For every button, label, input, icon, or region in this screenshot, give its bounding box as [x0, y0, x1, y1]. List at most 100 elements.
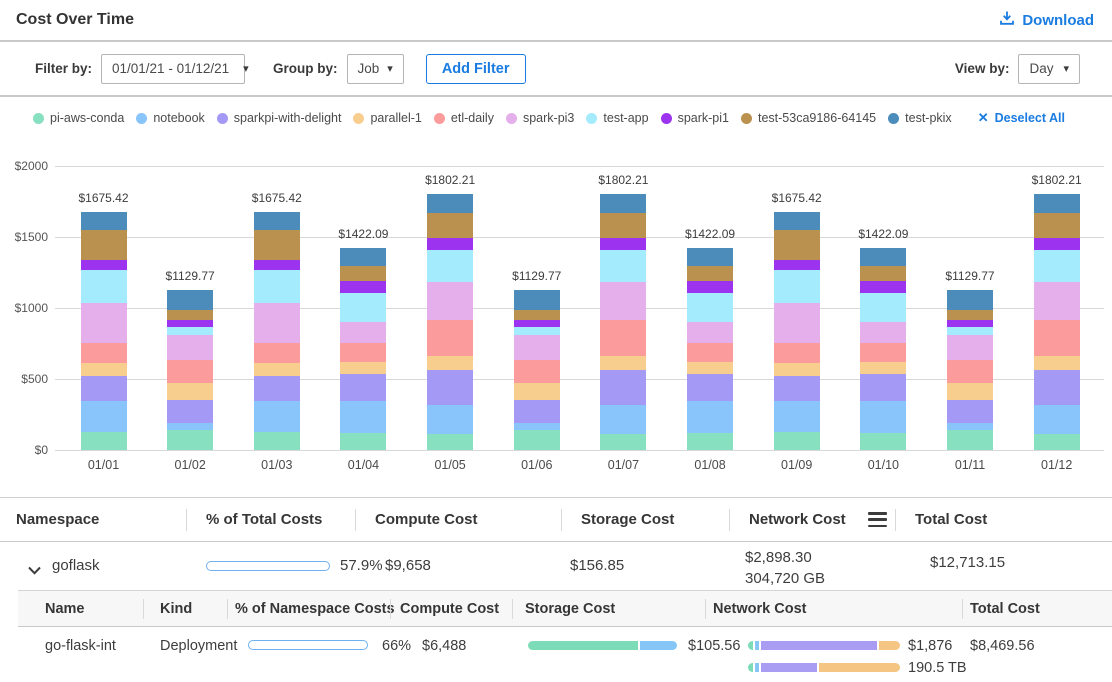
bar-segment-sparkpi-with-delight[interactable] — [1034, 370, 1080, 405]
bar-segment-spark-pi1[interactable] — [687, 281, 733, 293]
column-settings-icon[interactable] — [868, 512, 887, 527]
bar-segment-parallel-1[interactable] — [340, 362, 386, 375]
legend-item-spark-pi1[interactable]: spark-pi1 — [661, 111, 729, 125]
bar-segment-spark-pi1[interactable] — [1034, 238, 1080, 250]
bar-segment-test-pkix[interactable] — [81, 212, 127, 230]
bar-segment-parallel-1[interactable] — [774, 363, 820, 376]
legend-item-test-pkix[interactable]: test-pkix — [888, 111, 952, 125]
bar-segment-parallel-1[interactable] — [254, 363, 300, 376]
bar-segment-test-pkix[interactable] — [947, 290, 993, 310]
bar-segment-test-53ca9186-64145[interactable] — [600, 213, 646, 238]
bar-segment-sparkpi-with-delight[interactable] — [774, 376, 820, 401]
bar-segment-test-53ca9186-64145[interactable] — [514, 310, 560, 321]
bar-segment-sparkpi-with-delight[interactable] — [81, 376, 127, 401]
bar-segment-pi-aws-conda[interactable] — [687, 433, 733, 450]
bar-segment-pi-aws-conda[interactable] — [81, 432, 127, 450]
bar-segment-notebook[interactable] — [860, 401, 906, 432]
stacked-bar-01/01[interactable] — [81, 212, 127, 450]
bar-segment-test-app[interactable] — [81, 270, 127, 303]
stacked-bar-01/05[interactable] — [427, 194, 473, 450]
deselect-all-button[interactable]: ✕Deselect All — [978, 110, 1065, 126]
bar-segment-etl-daily[interactable] — [600, 320, 646, 356]
bar-segment-etl-daily[interactable] — [514, 360, 560, 383]
bar-segment-etl-daily[interactable] — [340, 343, 386, 362]
bar-segment-notebook[interactable] — [1034, 405, 1080, 434]
bar-segment-notebook[interactable] — [687, 401, 733, 432]
bar-segment-test-app[interactable] — [340, 293, 386, 321]
bar-segment-sparkpi-with-delight[interactable] — [427, 370, 473, 405]
bar-segment-spark-pi1[interactable] — [427, 238, 473, 250]
bar-segment-test-53ca9186-64145[interactable] — [254, 230, 300, 260]
bar-segment-test-53ca9186-64145[interactable] — [81, 230, 127, 260]
bar-segment-spark-pi3[interactable] — [340, 322, 386, 343]
table-row-go-flask-int[interactable]: go-flask-int Deployment 66% $6,488 $105.… — [0, 627, 1112, 682]
bar-segment-test-53ca9186-64145[interactable] — [340, 266, 386, 281]
bar-segment-notebook[interactable] — [947, 423, 993, 429]
bar-segment-test-app[interactable] — [600, 250, 646, 282]
bar-segment-notebook[interactable] — [167, 423, 213, 429]
bar-segment-spark-pi1[interactable] — [774, 260, 820, 270]
bar-segment-sparkpi-with-delight[interactable] — [947, 400, 993, 423]
group-by-dropdown[interactable]: Job ▾ — [347, 54, 404, 84]
legend-item-test-app[interactable]: test-app — [586, 111, 648, 125]
bar-segment-etl-daily[interactable] — [860, 343, 906, 362]
bar-segment-notebook[interactable] — [427, 405, 473, 434]
legend-item-etl-daily[interactable]: etl-daily — [434, 111, 494, 125]
bar-segment-test-app[interactable] — [514, 327, 560, 335]
bar-segment-notebook[interactable] — [514, 423, 560, 429]
bar-segment-parallel-1[interactable] — [687, 362, 733, 375]
stacked-bar-01/08[interactable] — [687, 248, 733, 450]
bar-segment-test-app[interactable] — [774, 270, 820, 303]
legend-item-parallel-1[interactable]: parallel-1 — [353, 111, 421, 125]
bar-segment-etl-daily[interactable] — [167, 360, 213, 383]
bar-segment-spark-pi3[interactable] — [167, 335, 213, 360]
bar-segment-pi-aws-conda[interactable] — [427, 434, 473, 450]
bar-segment-pi-aws-conda[interactable] — [774, 432, 820, 450]
chevron-down-icon[interactable] — [28, 562, 41, 580]
bar-segment-test-app[interactable] — [167, 327, 213, 335]
bar-segment-spark-pi1[interactable] — [254, 260, 300, 270]
stacked-bar-01/10[interactable] — [860, 248, 906, 450]
bar-segment-test-pkix[interactable] — [254, 212, 300, 230]
bar-segment-spark-pi3[interactable] — [427, 282, 473, 319]
bar-segment-etl-daily[interactable] — [81, 343, 127, 363]
bar-segment-parallel-1[interactable] — [514, 383, 560, 400]
view-by-dropdown[interactable]: Day ▾ — [1018, 54, 1080, 84]
bar-segment-sparkpi-with-delight[interactable] — [340, 374, 386, 401]
bar-segment-sparkpi-with-delight[interactable] — [167, 400, 213, 423]
bar-segment-test-53ca9186-64145[interactable] — [1034, 213, 1080, 238]
bar-segment-spark-pi3[interactable] — [600, 282, 646, 319]
bar-segment-test-app[interactable] — [860, 293, 906, 321]
bar-segment-parallel-1[interactable] — [600, 356, 646, 370]
bar-segment-test-pkix[interactable] — [340, 248, 386, 266]
bar-segment-sparkpi-with-delight[interactable] — [687, 374, 733, 401]
bar-segment-etl-daily[interactable] — [947, 360, 993, 383]
bar-segment-test-53ca9186-64145[interactable] — [167, 310, 213, 321]
legend-item-test-53ca9186-64145[interactable]: test-53ca9186-64145 — [741, 111, 876, 125]
bar-segment-etl-daily[interactable] — [254, 343, 300, 363]
date-range-dropdown[interactable]: 01/01/21 - 01/12/21 ▾ — [101, 54, 245, 84]
add-filter-button[interactable]: Add Filter — [426, 54, 526, 84]
bar-segment-notebook[interactable] — [774, 401, 820, 432]
bar-segment-etl-daily[interactable] — [427, 320, 473, 356]
bar-segment-test-53ca9186-64145[interactable] — [860, 266, 906, 281]
stacked-bar-01/04[interactable] — [340, 248, 386, 450]
table-row-goflask[interactable]: goflask 57.9% $9,658 $156.85 $2,898.30 3… — [0, 542, 1112, 590]
bar-segment-test-pkix[interactable] — [167, 290, 213, 310]
bar-segment-test-app[interactable] — [427, 250, 473, 282]
bar-segment-parallel-1[interactable] — [860, 362, 906, 375]
bar-segment-parallel-1[interactable] — [427, 356, 473, 370]
stacked-bar-01/02[interactable] — [167, 290, 213, 450]
bar-segment-test-pkix[interactable] — [427, 194, 473, 213]
bar-segment-notebook[interactable] — [340, 401, 386, 432]
bar-segment-etl-daily[interactable] — [774, 343, 820, 363]
bar-segment-test-53ca9186-64145[interactable] — [427, 213, 473, 238]
stacked-bar-01/12[interactable] — [1034, 194, 1080, 450]
stacked-bar-01/03[interactable] — [254, 212, 300, 450]
bar-segment-test-app[interactable] — [687, 293, 733, 321]
bar-segment-pi-aws-conda[interactable] — [167, 430, 213, 450]
stacked-bar-01/09[interactable] — [774, 212, 820, 450]
bar-segment-test-app[interactable] — [947, 327, 993, 335]
bar-segment-test-pkix[interactable] — [774, 212, 820, 230]
download-button[interactable]: Download — [999, 10, 1094, 30]
